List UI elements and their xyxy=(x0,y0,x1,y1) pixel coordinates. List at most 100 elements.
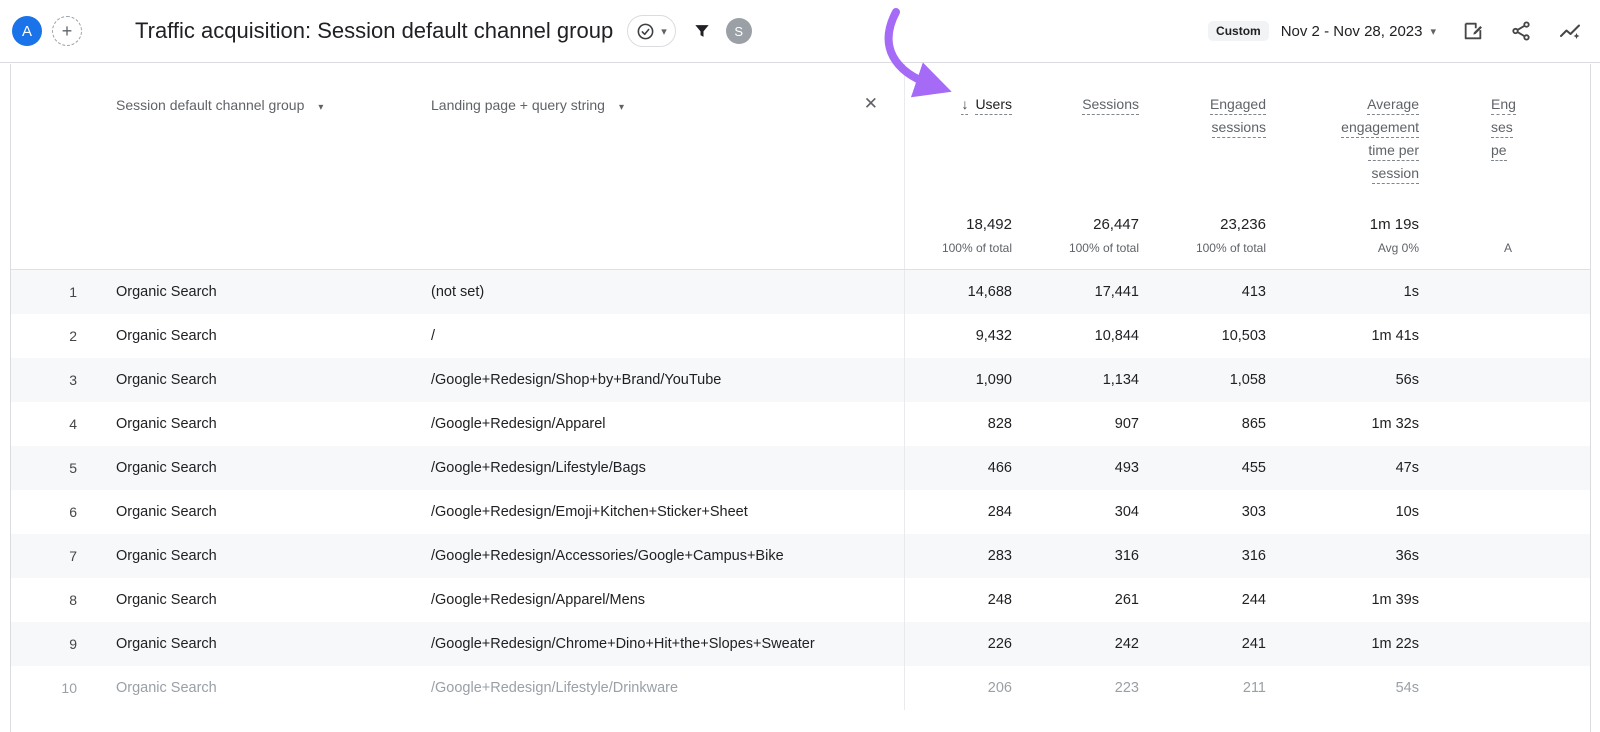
table-row[interactable]: 2 Organic Search / 9,432 10,844 10,503 1… xyxy=(11,314,1590,358)
channel-group-header-label: Session default channel group xyxy=(116,97,304,113)
table-row[interactable]: 6 Organic Search /Google+Redesign/Emoji+… xyxy=(11,490,1590,534)
sessions-column-header[interactable]: Sessions xyxy=(1012,64,1139,206)
row-channel-group: Organic Search xyxy=(83,592,398,608)
row-engaged-sessions-value: 10,503 xyxy=(1139,328,1266,344)
users-column-header[interactable]: ↓Users xyxy=(904,64,1012,206)
filter-funnel-icon xyxy=(692,21,712,41)
row-index: 3 xyxy=(11,372,83,388)
landing-page-column-header[interactable]: Landing page + query string ▾ ✕ xyxy=(398,64,904,206)
report-title: Traffic acquisition: Session default cha… xyxy=(135,18,613,44)
engaged-sessions-column-header[interactable]: Engaged sessions xyxy=(1139,64,1266,206)
row-sessions-value: 10,844 xyxy=(1012,328,1139,344)
customize-report-button[interactable] xyxy=(1462,20,1484,42)
row-index: 1 xyxy=(11,284,83,300)
row-users-value: 1,090 xyxy=(904,358,1012,402)
table-row[interactable]: 1 Organic Search (not set) 14,688 17,441… xyxy=(11,270,1590,314)
row-avg-engagement-time-value: 1s xyxy=(1266,284,1419,300)
collaborator-badge[interactable]: S xyxy=(726,18,752,44)
row-number-header xyxy=(11,64,83,206)
row-avg-engagement-time-value: 1m 41s xyxy=(1266,328,1419,344)
row-avg-engagement-time-value: 36s xyxy=(1266,548,1419,564)
row-landing-page: /Google+Redesign/Lifestyle/Drinkware xyxy=(398,680,904,696)
table-row[interactable]: 10 Organic Search /Google+Redesign/Lifes… xyxy=(11,666,1590,710)
row-sessions-value: 316 xyxy=(1012,548,1139,564)
date-range-selector[interactable]: Nov 2 - Nov 28, 2023 xyxy=(1281,23,1423,40)
row-sessions-value: 261 xyxy=(1012,592,1139,608)
row-landing-page: /Google+Redesign/Accessories/Google+Camp… xyxy=(398,548,904,564)
table-row[interactable]: 3 Organic Search /Google+Redesign/Shop+b… xyxy=(11,358,1590,402)
avg-engagement-time-column-header[interactable]: Average engagement time per session xyxy=(1266,64,1419,206)
row-landing-page: /Google+Redesign/Emoji+Kitchen+Sticker+S… xyxy=(398,504,904,520)
row-index: 2 xyxy=(11,328,83,344)
row-channel-group: Organic Search xyxy=(83,372,398,388)
row-index: 8 xyxy=(11,592,83,608)
account-avatar[interactable]: A xyxy=(12,16,42,46)
row-landing-page: (not set) xyxy=(398,284,904,300)
customize-report-icon xyxy=(1462,20,1484,42)
row-users-value: 828 xyxy=(904,402,1012,446)
row-landing-page: /Google+Redesign/Apparel/Mens xyxy=(398,592,904,608)
share-button[interactable] xyxy=(1510,20,1532,42)
add-comparison-button[interactable]: + xyxy=(52,16,82,46)
plus-icon: + xyxy=(62,22,73,40)
row-channel-group: Organic Search xyxy=(83,416,398,432)
row-avg-engagement-time-value: 54s xyxy=(1266,680,1419,696)
row-index: 10 xyxy=(11,680,83,696)
table-totals-row: 18,492 100% of total 26,447 100% of tota… xyxy=(11,206,1590,270)
caret-down-icon[interactable]: ▾ xyxy=(1430,25,1436,38)
close-icon[interactable]: ✕ xyxy=(864,94,878,114)
row-engaged-sessions-value: 1,058 xyxy=(1139,372,1266,388)
row-channel-group: Organic Search xyxy=(83,328,398,344)
row-sessions-value: 223 xyxy=(1012,680,1139,696)
row-avg-engagement-time-value: 47s xyxy=(1266,460,1419,476)
row-channel-group: Organic Search xyxy=(83,636,398,652)
clipped-column-header: Eng ses pe xyxy=(1419,64,1590,206)
filter-button[interactable] xyxy=(692,21,712,41)
insights-button[interactable] xyxy=(1558,19,1582,43)
row-avg-engagement-time-value: 56s xyxy=(1266,372,1419,388)
avg-engagement-time-total: 1m 19s Avg 0% xyxy=(1266,206,1419,269)
row-channel-group: Organic Search xyxy=(83,548,398,564)
row-sessions-value: 493 xyxy=(1012,460,1139,476)
row-avg-engagement-time-value: 10s xyxy=(1266,504,1419,520)
row-engaged-sessions-value: 303 xyxy=(1139,504,1266,520)
sort-desc-icon: ↓ xyxy=(961,97,968,115)
row-users-value: 226 xyxy=(904,622,1012,666)
row-landing-page: /Google+Redesign/Shop+by+Brand/YouTube xyxy=(398,372,904,388)
row-engaged-sessions-value: 211 xyxy=(1139,680,1266,696)
date-custom-chip: Custom xyxy=(1208,21,1269,41)
table-row[interactable]: 7 Organic Search /Google+Redesign/Access… xyxy=(11,534,1590,578)
row-index: 7 xyxy=(11,548,83,564)
top-header: A + Traffic acquisition: Session default… xyxy=(0,0,1600,63)
channel-group-column-header[interactable]: Session default channel group ▾ xyxy=(83,64,398,206)
row-engaged-sessions-value: 316 xyxy=(1139,548,1266,564)
table-row[interactable]: 8 Organic Search /Google+Redesign/Appare… xyxy=(11,578,1590,622)
header-right-controls: Custom Nov 2 - Nov 28, 2023 ▾ xyxy=(1208,19,1600,43)
caret-down-icon[interactable]: ▾ xyxy=(619,102,624,113)
row-engaged-sessions-value: 244 xyxy=(1139,592,1266,608)
row-index: 5 xyxy=(11,460,83,476)
row-users-value: 206 xyxy=(904,666,1012,710)
insights-icon xyxy=(1558,19,1582,43)
table-row[interactable]: 4 Organic Search /Google+Redesign/Appare… xyxy=(11,402,1590,446)
data-quality-pill[interactable]: ▾ xyxy=(627,15,676,47)
row-sessions-value: 304 xyxy=(1012,504,1139,520)
table-row[interactable]: 5 Organic Search /Google+Redesign/Lifest… xyxy=(11,446,1590,490)
row-users-value: 466 xyxy=(904,446,1012,490)
row-avg-engagement-time-value: 1m 32s xyxy=(1266,416,1419,432)
row-landing-page: /Google+Redesign/Apparel xyxy=(398,416,904,432)
row-sessions-value: 17,441 xyxy=(1012,284,1139,300)
row-users-value: 9,432 xyxy=(904,314,1012,358)
row-channel-group: Organic Search xyxy=(83,680,398,696)
caret-down-icon[interactable]: ▾ xyxy=(318,102,323,113)
row-landing-page: / xyxy=(398,328,904,344)
clipped-total: A xyxy=(1419,206,1590,269)
row-engaged-sessions-value: 455 xyxy=(1139,460,1266,476)
row-engaged-sessions-value: 413 xyxy=(1139,284,1266,300)
table-row[interactable]: 9 Organic Search /Google+Redesign/Chrome… xyxy=(11,622,1590,666)
row-avg-engagement-time-value: 1m 22s xyxy=(1266,636,1419,652)
ga4-report-page: A + Traffic acquisition: Session default… xyxy=(0,0,1600,732)
landing-page-header-label: Landing page + query string xyxy=(431,97,605,113)
row-sessions-value: 907 xyxy=(1012,416,1139,432)
row-channel-group: Organic Search xyxy=(83,460,398,476)
